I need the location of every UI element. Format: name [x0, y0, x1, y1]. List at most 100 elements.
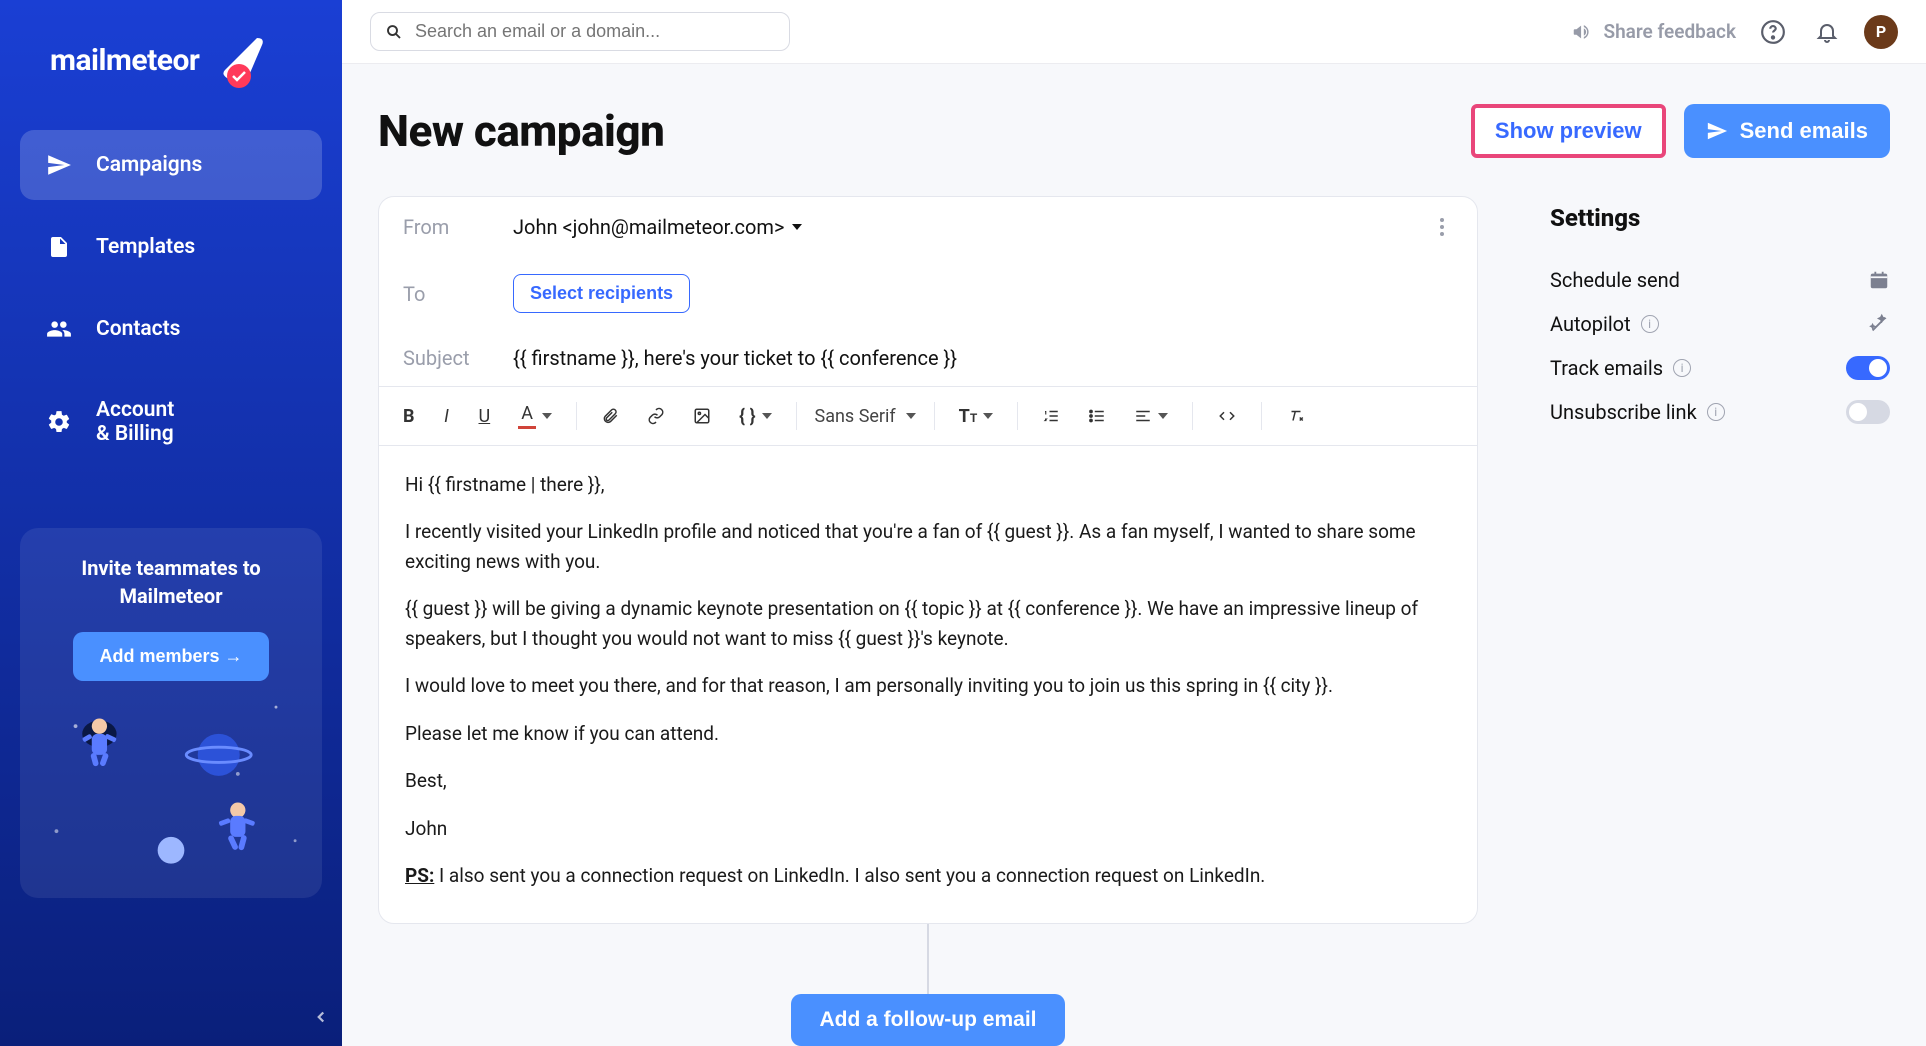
share-feedback-button[interactable]: Share feedback — [1571, 20, 1736, 43]
ordered-list-button[interactable] — [1032, 399, 1070, 433]
sidebar-item-campaigns[interactable]: Campaigns — [20, 130, 322, 200]
document-icon — [46, 234, 72, 260]
sidebar-item-contacts[interactable]: Contacts — [20, 294, 322, 364]
settings-panel: Settings Schedule send Autopilot i — [1550, 196, 1890, 1046]
to-row: To Select recipients — [379, 258, 1477, 330]
space-illustration — [20, 688, 322, 898]
settings-title: Settings — [1550, 204, 1890, 232]
bold-button[interactable]: B — [393, 398, 425, 435]
body-paragraph: Please let me know if you can attend. — [405, 719, 1451, 748]
setting-label-text: Schedule send — [1550, 268, 1680, 292]
more-options-button[interactable] — [1431, 213, 1453, 241]
sidebar-item-templates[interactable]: Templates — [20, 212, 322, 282]
code-view-button[interactable] — [1207, 399, 1247, 433]
search-box[interactable] — [370, 12, 790, 51]
mailmeteor-icon — [207, 30, 267, 90]
compose-card: From John <john@mailmeteor.com> — [378, 196, 1478, 924]
email-body-editor[interactable]: Hi {{ firstname | there }}, I recently v… — [379, 446, 1477, 923]
italic-button[interactable]: I — [433, 398, 461, 435]
gear-icon — [46, 409, 72, 435]
clear-formatting-button[interactable] — [1276, 399, 1316, 433]
page-title: New campaign — [378, 105, 664, 157]
ps-text: I also sent you a connection request on … — [434, 864, 1265, 887]
variables-button[interactable]: { } — [729, 398, 781, 435]
info-icon: i — [1707, 403, 1725, 421]
from-selector[interactable]: John <john@mailmeteor.com> — [513, 215, 802, 239]
invite-teammates-card: Invite teammates to Mailmeteor Add membe… — [20, 528, 322, 898]
notifications-button[interactable] — [1810, 15, 1844, 49]
more-vertical-icon — [1439, 217, 1445, 237]
font-label: Sans Serif — [815, 406, 896, 427]
chevron-down-icon — [983, 413, 993, 419]
help-icon — [1760, 19, 1786, 45]
align-icon — [1134, 407, 1152, 425]
help-button[interactable] — [1756, 15, 1790, 49]
sidebar-item-label: Templates — [96, 235, 195, 259]
image-button[interactable] — [683, 399, 721, 433]
setting-schedule-send[interactable]: Schedule send — [1550, 258, 1890, 302]
underline-button[interactable]: U — [469, 398, 501, 435]
avatar[interactable]: P — [1864, 15, 1898, 49]
body-paragraph: I recently visited your LinkedIn profile… — [405, 517, 1451, 576]
font-family-selector[interactable]: Sans Serif — [811, 400, 920, 433]
sidebar-item-label: Account & Billing — [96, 398, 174, 446]
unsubscribe-link-toggle[interactable] — [1846, 400, 1890, 424]
setting-unsubscribe-link: Unsubscribe link i — [1550, 390, 1890, 434]
brand-name: mailmeteor — [50, 43, 199, 78]
clear-format-icon — [1286, 407, 1306, 425]
add-follow-up-button[interactable]: Add a follow-up email — [791, 994, 1064, 1046]
sidebar-item-label: Contacts — [96, 317, 180, 341]
body-paragraph: PS: I also sent you a connection request… — [405, 861, 1451, 890]
page-header: New campaign Show preview Send emails — [378, 104, 1890, 158]
select-recipients-button[interactable]: Select recipients — [513, 274, 690, 313]
search-input[interactable] — [415, 21, 775, 42]
text-color-button[interactable]: A — [508, 395, 562, 437]
feedback-label: Share feedback — [1603, 20, 1736, 43]
subject-value[interactable]: {{ firstname }}, here's your ticket to {… — [513, 346, 957, 370]
sidebar-item-account-billing[interactable]: Account & Billing — [20, 376, 322, 468]
subject-label: Subject — [403, 346, 483, 370]
text-size-icon: TT — [959, 406, 978, 427]
invite-title: Invite teammates to Mailmeteor — [40, 554, 302, 610]
editor-toolbar: B I U A — [379, 386, 1477, 446]
body-paragraph: I would love to meet you there, and for … — [405, 671, 1451, 700]
from-label: From — [403, 215, 483, 239]
from-row: From John <john@mailmeteor.com> — [379, 197, 1477, 258]
info-icon: i — [1673, 359, 1691, 377]
info-icon: i — [1641, 315, 1659, 333]
image-icon — [693, 407, 711, 425]
setting-autopilot[interactable]: Autopilot i — [1550, 302, 1890, 346]
subject-row: Subject {{ firstname }}, here's your tic… — [379, 330, 1477, 386]
chevron-down-icon — [762, 413, 772, 419]
main-area: Share feedback P New cam — [342, 0, 1926, 1046]
paperclip-icon — [601, 407, 619, 425]
body-paragraph: {{ guest }} will be giving a dynamic key… — [405, 594, 1451, 653]
follow-up-connector — [927, 924, 929, 994]
body-paragraph: Hi {{ firstname | there }}, — [405, 470, 1451, 499]
setting-label-text: Track emails — [1550, 356, 1663, 380]
setting-label-text: Autopilot — [1550, 312, 1631, 336]
megaphone-icon — [1571, 21, 1593, 43]
from-value: John <john@mailmeteor.com> — [513, 215, 784, 239]
send-emails-button[interactable]: Send emails — [1684, 104, 1890, 158]
sidebar: mailmeteor Campaigns Template — [0, 0, 342, 1046]
magic-wand-icon — [1868, 313, 1890, 335]
attachment-button[interactable] — [591, 399, 629, 433]
code-icon — [1217, 407, 1237, 425]
align-button[interactable] — [1124, 399, 1178, 433]
link-button[interactable] — [637, 399, 675, 433]
chevron-down-icon — [906, 413, 916, 419]
track-emails-toggle[interactable] — [1846, 356, 1890, 380]
people-icon — [46, 316, 72, 342]
font-size-button[interactable]: TT — [949, 398, 1004, 435]
search-icon — [385, 23, 403, 41]
brand-logo[interactable]: mailmeteor — [50, 30, 322, 90]
ps-label: PS: — [405, 864, 434, 887]
sidebar-collapse-button[interactable] — [312, 1008, 330, 1026]
chevron-down-icon — [542, 413, 552, 419]
show-preview-button[interactable]: Show preview — [1471, 104, 1666, 158]
ordered-list-icon — [1042, 407, 1060, 425]
unordered-list-button[interactable] — [1078, 399, 1116, 433]
add-members-button[interactable]: Add members → — [73, 632, 268, 681]
follow-up-section: Add a follow-up email — [378, 924, 1478, 1046]
